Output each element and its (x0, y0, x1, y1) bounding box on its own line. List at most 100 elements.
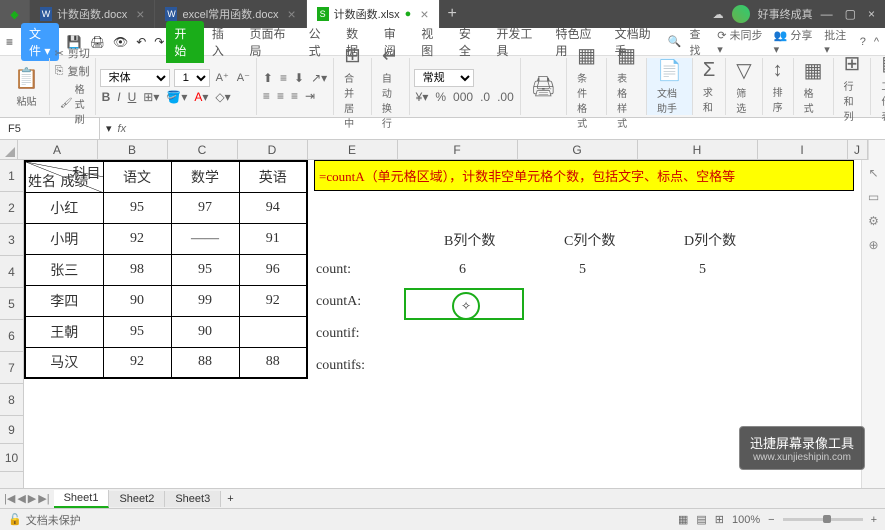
align-top-icon[interactable]: ⬆ (261, 70, 275, 86)
border-icon[interactable]: ⊞▾ (141, 89, 161, 105)
select-tool-icon[interactable]: ↖ (868, 166, 878, 180)
cut-button[interactable]: ✂ 剪切 (55, 45, 90, 61)
wrap-text-button[interactable]: ↵自动换行 (376, 41, 405, 132)
row-header-2[interactable]: 2 (0, 192, 23, 224)
sheet-nav-next-icon[interactable]: ▶ (28, 492, 36, 505)
col-header-A[interactable]: A (18, 140, 98, 159)
zoom-value[interactable]: 100% (732, 514, 760, 526)
align-right-icon[interactable]: ≡ (289, 88, 300, 104)
name-cell[interactable]: 王朝 (25, 316, 103, 347)
sheet-nav-first-icon[interactable]: |◀ (4, 492, 15, 505)
header-cell[interactable]: 语文 (103, 161, 171, 192)
percent-icon[interactable]: % (433, 89, 448, 105)
sheet-nav-prev-icon[interactable]: ◀ (17, 492, 25, 505)
sum-button[interactable]: Σ求和 (697, 57, 721, 116)
sheet-nav-last-icon[interactable]: ▶| (38, 492, 49, 505)
col-header-B[interactable]: B (98, 140, 168, 159)
close-window-button[interactable]: × (868, 7, 875, 21)
view-normal-icon[interactable]: ▦ (678, 513, 688, 526)
file-menu[interactable]: 文件 ▾ (21, 23, 59, 61)
count-col-header[interactable]: B列个数 (444, 230, 495, 250)
merge-center-button[interactable]: ⊞合并居中 (338, 41, 367, 132)
filter-button[interactable]: ▽筛选 (730, 56, 757, 117)
fx-dropdown-icon[interactable]: ▾ (106, 122, 112, 135)
avatar[interactable] (732, 5, 750, 23)
data-cell[interactable]: 88 (239, 347, 307, 378)
count-row-label[interactable]: countifs: (316, 358, 365, 374)
maximize-button[interactable]: ▢ (845, 7, 856, 21)
name-cell[interactable]: 小明 (25, 223, 103, 254)
fx-icon[interactable]: fx (118, 123, 127, 135)
underline-icon[interactable]: U (126, 89, 139, 105)
ribbon-tab-layout[interactable]: 页面布局 (241, 21, 300, 63)
data-cell[interactable]: 97 (171, 192, 239, 223)
ribbon-tab-view[interactable]: 视图 (413, 21, 451, 63)
align-bottom-icon[interactable]: ⬇ (292, 70, 306, 86)
collapse-ribbon-icon[interactable]: ^ (874, 36, 879, 48)
diag-header-cell[interactable]: 科目姓名成绩 (25, 161, 103, 192)
data-cell[interactable]: 92 (103, 347, 171, 378)
sheet-tab-2[interactable]: Sheet2 (109, 491, 165, 507)
col-header-J[interactable]: J (848, 140, 868, 159)
data-cell[interactable]: —— (171, 223, 239, 254)
add-sheet-button[interactable]: + (221, 493, 239, 505)
zoom-in-icon[interactable]: + (871, 514, 877, 526)
row-header-3[interactable]: 3 (0, 224, 23, 256)
ribbon-tab-devtools[interactable]: 开发工具 (488, 21, 547, 63)
sync-status[interactable]: ⟳ 未同步 ▾ (717, 27, 765, 56)
count-col-header[interactable]: C列个数 (564, 230, 615, 250)
data-cell[interactable]: 88 (171, 347, 239, 378)
zoom-out-icon[interactable]: − (768, 514, 774, 526)
row-col-button[interactable]: ⊞行和列 (838, 49, 867, 125)
decrease-font-icon[interactable]: A⁻ (235, 70, 252, 85)
property-icon[interactable]: ⚙ (868, 214, 879, 228)
orientation-icon[interactable]: ↗▾ (309, 70, 329, 86)
col-header-E[interactable]: E (308, 140, 398, 159)
name-box[interactable]: F5 (0, 118, 100, 139)
data-cell[interactable]: 95 (171, 254, 239, 285)
ribbon-tab-insert[interactable]: 插入 (204, 21, 242, 63)
data-cell[interactable]: 92 (103, 223, 171, 254)
share-button[interactable]: 👥 分享 ▾ (774, 27, 817, 56)
data-cell[interactable]: 96 (239, 254, 307, 285)
search-label[interactable]: 查找 (689, 26, 709, 58)
count-row-label[interactable]: count: (316, 262, 351, 278)
doc-helper-button[interactable]: 📄文档助手 (651, 56, 688, 117)
data-cell[interactable] (239, 316, 307, 347)
font-color-icon[interactable]: A▾ (192, 89, 210, 105)
data-cell[interactable]: 90 (103, 285, 171, 316)
count-row-label[interactable]: countif: (316, 326, 360, 342)
row-header-9[interactable]: 9 (0, 416, 23, 444)
sort-button[interactable]: ↕排序 (767, 57, 789, 116)
data-cell[interactable]: 99 (171, 285, 239, 316)
comma-icon[interactable]: 000 (451, 89, 475, 105)
increase-decimal-icon[interactable]: .00 (495, 89, 516, 105)
cells-area[interactable]: 科目姓名成绩语文数学英语小红959794小明92——91张三989596李四90… (24, 160, 861, 488)
minimize-button[interactable]: — (821, 7, 833, 21)
table-style-button[interactable]: ▦表格样式 (611, 41, 642, 132)
select-all-corner[interactable] (0, 140, 18, 160)
col-header-H[interactable]: H (638, 140, 758, 159)
align-left-icon[interactable]: ≡ (261, 88, 272, 104)
redo-icon[interactable]: ↷ (154, 35, 164, 49)
data-cell[interactable]: 95 (103, 192, 171, 223)
row-header-1[interactable]: 1 (0, 160, 23, 192)
search-icon[interactable]: 🔍 (668, 35, 682, 48)
indent-icon[interactable]: ⇥ (303, 88, 317, 104)
view-split-icon[interactable]: ⊞ (715, 513, 724, 526)
header-cell[interactable]: 数学 (171, 161, 239, 192)
ribbon-tab-security[interactable]: 安全 (451, 21, 489, 63)
data-cell[interactable]: 98 (103, 254, 171, 285)
increase-font-icon[interactable]: A⁺ (214, 70, 231, 85)
col-header-G[interactable]: G (518, 140, 638, 159)
number-format-select[interactable]: 常规 (414, 69, 474, 87)
name-cell[interactable]: 李四 (25, 285, 103, 316)
print-icon[interactable]: 🖨 (90, 35, 105, 49)
col-header-I[interactable]: I (758, 140, 848, 159)
bold-icon[interactable]: B (100, 89, 113, 105)
count-col-header[interactable]: D列个数 (684, 230, 736, 250)
ribbon-tab-start[interactable]: 开始 (166, 21, 204, 63)
data-cell[interactable]: 95 (103, 316, 171, 347)
cloud-icon[interactable]: ☁ (713, 8, 724, 21)
format-button[interactable]: ▦格式 (798, 56, 829, 117)
